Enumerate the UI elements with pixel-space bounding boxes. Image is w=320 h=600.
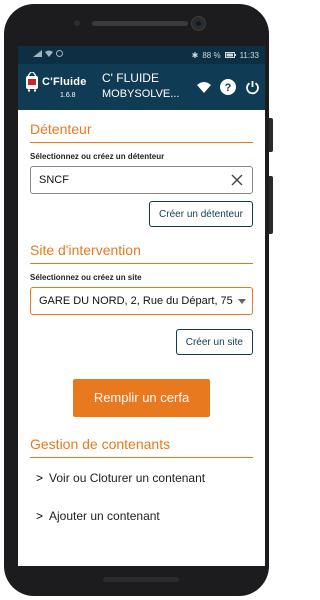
notification-icon <box>56 50 63 57</box>
phone-frame: ✱ 88 % 11:33 C'Fluide 1.6.8 C' FLUIDE MO… <box>4 4 269 596</box>
app-title: C' FLUIDE <box>102 71 159 85</box>
section-contenants-title: Gestion de contenants <box>30 436 171 452</box>
section-detenteur-title: Détenteur <box>30 121 92 137</box>
front-camera <box>191 16 206 31</box>
status-bar: ✱ 88 % 11:33 <box>18 46 265 64</box>
app-subtitle: MOBYSOLVE... <box>102 88 180 100</box>
signal-icon <box>33 50 42 57</box>
proximity-sensor <box>74 20 80 26</box>
site-select[interactable]: GARE DU NORD, 2, Rue du Départ, 75 <box>30 287 253 315</box>
section-divider <box>30 142 253 143</box>
bottom-speaker <box>103 577 179 582</box>
app-screen: ✱ 88 % 11:33 C'Fluide 1.6.8 C' FLUIDE MO… <box>18 46 265 566</box>
power-icon[interactable] <box>243 78 261 96</box>
logo-container-icon <box>26 72 38 92</box>
list-item[interactable]: > Voir ou Cloturer un contenant <box>30 471 253 485</box>
svg-text:?: ? <box>225 82 232 94</box>
site-label: Sélectionnez ou créez un site <box>30 273 142 282</box>
clear-icon[interactable] <box>230 173 244 187</box>
battery-icon <box>224 52 236 58</box>
clock: 11:33 <box>239 50 259 60</box>
bluetooth-icon: ✱ <box>191 50 199 60</box>
earpiece <box>92 21 188 26</box>
main-content: Détenteur Sélectionnez ou créez un déten… <box>18 120 265 523</box>
chevron-right-icon: > <box>36 509 44 523</box>
app-version: 1.6.8 <box>60 92 76 99</box>
app-bar: C'Fluide 1.6.8 C' FLUIDE MOBYSOLVE... ? <box>18 64 265 110</box>
view-contenant-link[interactable]: Voir ou Cloturer un contenant <box>49 471 205 485</box>
create-detenteur-button[interactable]: Créer un détenteur <box>149 201 253 227</box>
fill-cerfa-button[interactable]: Remplir un cerfa <box>73 379 210 417</box>
detenteur-value: SNCF <box>39 174 69 186</box>
battery-level: 88 % <box>202 50 221 60</box>
chevron-right-icon: > <box>36 471 44 485</box>
wifi-status-icon <box>45 50 53 57</box>
detenteur-input[interactable]: SNCF <box>30 166 253 194</box>
create-site-button[interactable]: Créer un site <box>175 329 253 355</box>
chevron-down-icon[interactable] <box>238 299 246 304</box>
logo-text: C'Fluide <box>42 76 87 88</box>
section-divider <box>30 263 253 264</box>
power-side-button <box>269 176 273 234</box>
help-icon[interactable]: ? <box>219 78 237 96</box>
section-divider <box>30 457 253 458</box>
wifi-icon[interactable] <box>195 78 213 96</box>
section-site-title: Site d'intervention <box>30 242 141 258</box>
site-value: GARE DU NORD, 2, Rue du Départ, 75 <box>39 295 233 307</box>
volume-button <box>269 118 273 152</box>
detenteur-label: Sélectionnez ou créez un détenteur <box>30 152 165 161</box>
add-contenant-link[interactable]: Ajouter un contenant <box>49 509 160 523</box>
app-logo: C'Fluide 1.6.8 <box>24 70 92 104</box>
list-item[interactable]: > Ajouter un contenant <box>30 509 253 523</box>
